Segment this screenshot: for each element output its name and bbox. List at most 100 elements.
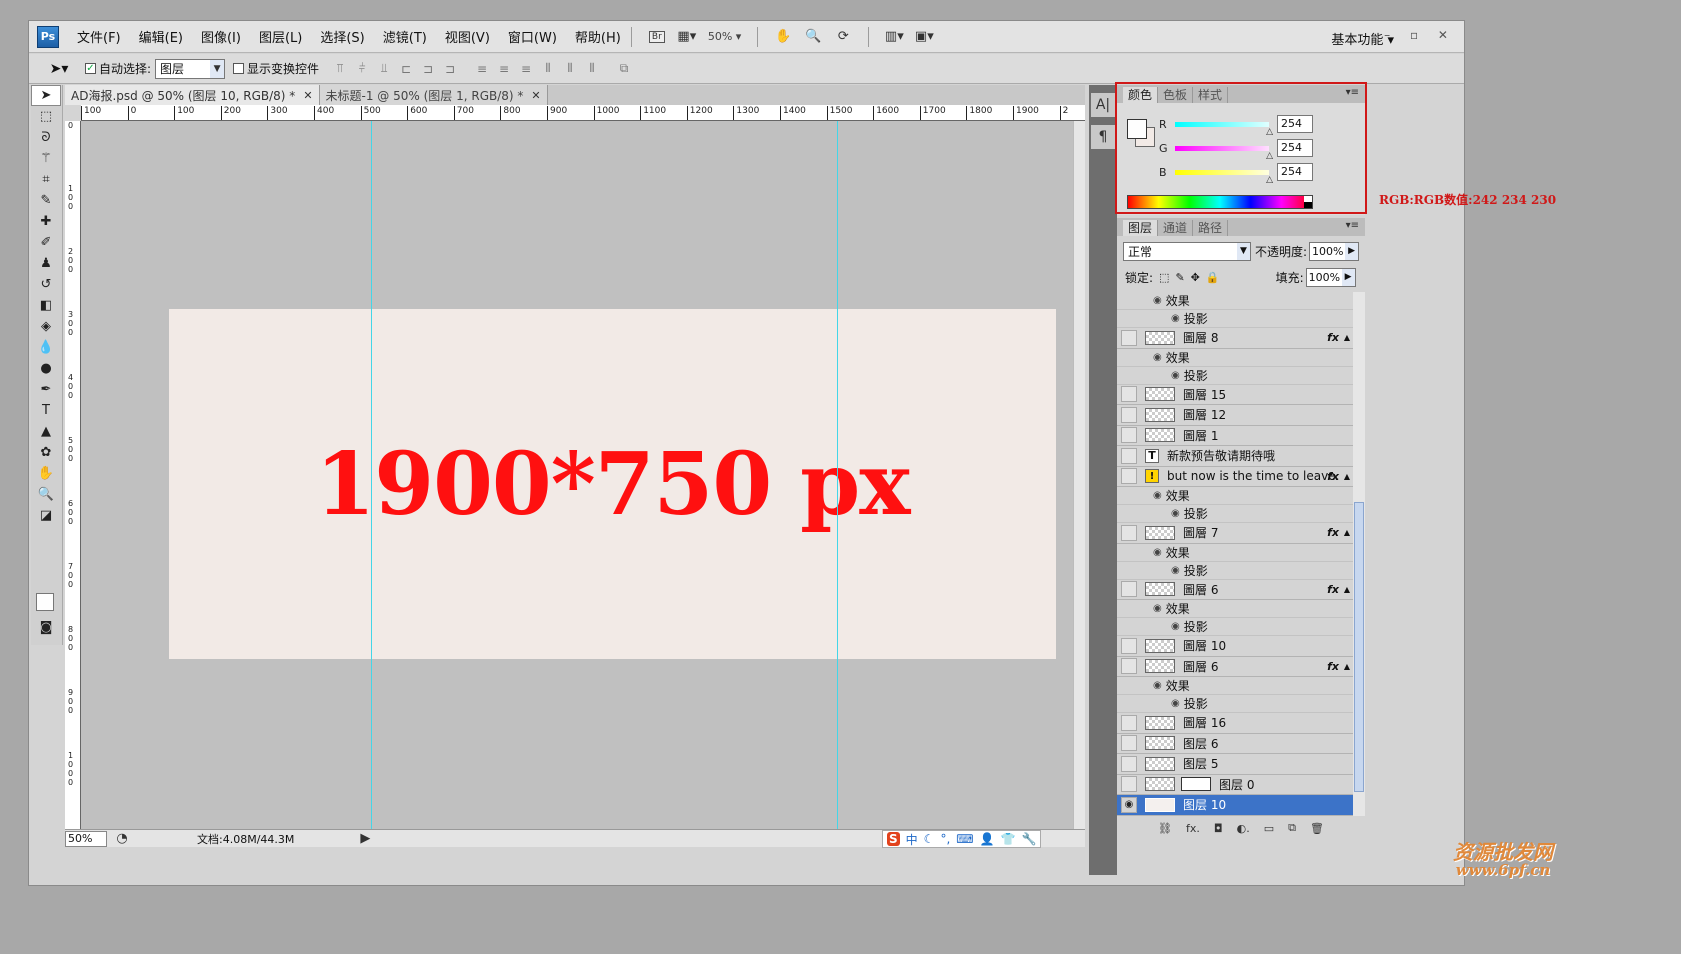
blue-value-input[interactable]: 254 <box>1277 163 1313 181</box>
move-tool-preset-icon[interactable]: ➤▾ <box>41 58 77 80</box>
layer-effect-drop-shadow[interactable]: ◉ 投影 <box>1117 310 1353 328</box>
user-icon[interactable]: 👤 <box>980 832 995 846</box>
layer-row[interactable]: 图层 6 <box>1117 734 1353 754</box>
scrollbar-thumb[interactable] <box>1354 502 1364 792</box>
layer-name[interactable]: 圖層 7 <box>1183 524 1218 541</box>
eraser-tool-icon[interactable]: ◧ <box>31 295 61 316</box>
keyboard-icon[interactable]: ⌨ <box>956 832 973 846</box>
visibility-toggle-icon[interactable] <box>1121 735 1137 752</box>
menu-window[interactable]: 窗口(W) <box>508 27 557 46</box>
ime-mode[interactable]: 中 <box>906 831 918 848</box>
hand-tool-icon[interactable]: ✋ <box>31 463 61 484</box>
character-panel-icon[interactable]: A| <box>1091 93 1115 117</box>
visibility-toggle-icon[interactable] <box>1121 776 1137 793</box>
layer-row[interactable]: T 新款预告敬请期待哦 <box>1117 446 1353 467</box>
healing-brush-tool-icon[interactable]: ✚ <box>31 211 61 232</box>
eye-icon[interactable]: ◉ <box>1171 698 1180 709</box>
layer-name[interactable]: 新款预告敬请期待哦 <box>1167 447 1275 464</box>
eye-icon[interactable]: ◉ <box>1171 313 1180 324</box>
layer-effect-drop-shadow[interactable]: ◉ 投影 <box>1117 695 1353 713</box>
zoom-field[interactable]: 50% <box>65 830 107 847</box>
visibility-toggle-icon[interactable] <box>1121 447 1137 464</box>
layer-name[interactable]: 圖層 15 <box>1183 386 1226 403</box>
visibility-toggle-icon[interactable] <box>1121 406 1137 423</box>
ime-toolbar[interactable]: S 中 ☾ °, ⌨ 👤 👕 🔧 <box>882 830 1042 848</box>
green-value-input[interactable]: 254 <box>1277 139 1313 157</box>
chevron-up-icon[interactable]: ▲ <box>1344 585 1350 594</box>
path-selection-tool-icon[interactable]: ▲ <box>31 421 61 442</box>
tab-channels[interactable]: 通道 <box>1158 220 1194 236</box>
moon-icon[interactable]: ☾ <box>924 832 935 846</box>
checkbox-icon[interactable] <box>233 63 245 74</box>
layer-name[interactable]: 圖層 12 <box>1183 406 1226 423</box>
shirt-icon[interactable]: 👕 <box>1001 832 1016 846</box>
layer-name[interactable]: 圖層 8 <box>1183 329 1218 346</box>
layer-effects-row[interactable]: ◉ 效果 <box>1117 600 1353 618</box>
slider-handle-icon[interactable]: △ <box>1266 127 1273 137</box>
status-menu-icon[interactable]: ◔ <box>111 829 133 849</box>
layer-effect-drop-shadow[interactable]: ◉ 投影 <box>1117 505 1353 523</box>
punctuation-icon[interactable]: °, <box>940 832 950 846</box>
slider-handle-icon[interactable]: △ <box>1266 175 1273 185</box>
layer-name[interactable]: but now is the time to leave. <box>1167 469 1339 483</box>
zoom-select[interactable]: 50% ▾ <box>708 30 741 43</box>
layer-row[interactable]: 图层 5 <box>1117 754 1353 775</box>
fx-icon[interactable]: fx <box>1327 583 1339 596</box>
tab-color[interactable]: 颜色 <box>1123 87 1159 103</box>
visibility-toggle-icon[interactable] <box>1121 581 1137 598</box>
layer-name[interactable]: 圖層 6 <box>1183 658 1218 675</box>
layer-effect-drop-shadow[interactable]: ◉ 投影 <box>1117 562 1353 580</box>
distribute-top-icon[interactable]: ≡ <box>473 60 491 78</box>
layer-mask-thumbnail[interactable] <box>1181 777 1211 792</box>
delete-layer-icon[interactable]: 🗑 <box>1310 822 1324 835</box>
canvas-workspace[interactable]: 1900*750 px <box>81 121 1085 829</box>
screen-mode-icon[interactable]: ▣▾ <box>913 27 935 47</box>
layers-scrollbar[interactable] <box>1353 292 1365 816</box>
lock-all-icon[interactable]: 🔒 <box>1206 271 1220 284</box>
close-icon[interactable]: ✕ <box>531 89 540 102</box>
layer-effects-row[interactable]: ◉ 效果 <box>1117 677 1353 695</box>
blend-mode-select[interactable]: 正常 ▼ <box>1123 241 1251 261</box>
chevron-up-icon[interactable]: ▲ <box>1344 662 1350 671</box>
lasso-tool-icon[interactable]: ᘐ <box>31 127 61 148</box>
align-vcenter-icon[interactable]: ⫩ <box>353 60 371 78</box>
chevron-right-icon[interactable]: ▶ <box>1341 268 1355 286</box>
align-left-icon[interactable]: ⊏ <box>397 60 415 78</box>
distribute-hcenter-icon[interactable]: ⦀ <box>561 60 579 78</box>
visibility-toggle-icon[interactable] <box>1121 637 1137 654</box>
distribute-vcenter-icon[interactable]: ≡ <box>495 60 513 78</box>
menu-select[interactable]: 选择(S) <box>320 27 364 46</box>
foreground-color-swatch[interactable] <box>36 593 54 611</box>
quick-mask-icon[interactable]: ◙ <box>31 617 61 638</box>
layer-name[interactable]: 图层 0 <box>1219 776 1254 793</box>
tab-swatches[interactable]: 色板 <box>1158 87 1194 103</box>
blue-slider[interactable]: △ <box>1175 169 1273 185</box>
eye-icon[interactable]: ◉ <box>1171 565 1180 576</box>
pen-tool-icon[interactable]: ✒ <box>31 379 61 400</box>
lock-transparent-icon[interactable]: ⬚ <box>1159 271 1169 284</box>
wrench-icon[interactable]: 🔧 <box>1022 832 1037 846</box>
paint-bucket-tool-icon[interactable]: ◈ <box>31 316 61 337</box>
layer-name[interactable]: 图层 5 <box>1183 755 1218 772</box>
red-slider[interactable]: △ <box>1175 121 1273 137</box>
adjustment-layer-icon[interactable]: ◐. <box>1237 822 1250 835</box>
visibility-toggle-icon[interactable] <box>1121 329 1137 346</box>
add-mask-icon[interactable]: ◘ <box>1214 822 1223 835</box>
visibility-toggle-icon[interactable] <box>1121 468 1137 485</box>
panel-menu-icon[interactable]: ▾≡ <box>1346 220 1359 231</box>
move-tool-icon[interactable]: ➤ <box>31 85 61 106</box>
new-group-icon[interactable]: ▭ <box>1264 822 1274 835</box>
layer-row[interactable]: 圖層 7 fx ▲ <box>1117 523 1353 544</box>
vertical-scrollbar[interactable] <box>1073 121 1085 829</box>
magic-wand-tool-icon[interactable]: ⚚ <box>31 148 61 169</box>
red-value-input[interactable]: 254 <box>1277 115 1313 133</box>
chevron-up-icon[interactable]: ▲ <box>1344 528 1350 537</box>
hand-tool-icon[interactable]: ✋ <box>772 27 794 47</box>
window-controls[interactable]: – ▫ ✕ <box>1384 28 1456 42</box>
layer-row[interactable]: 图层 0 <box>1117 775 1353 795</box>
bridge-button[interactable]: Br <box>646 27 668 47</box>
layer-name[interactable]: 圖層 1 <box>1183 427 1218 444</box>
close-icon[interactable]: ✕ <box>303 89 312 102</box>
layer-row[interactable]: 圖層 10 <box>1117 636 1353 657</box>
menu-view[interactable]: 视图(V) <box>445 27 490 46</box>
